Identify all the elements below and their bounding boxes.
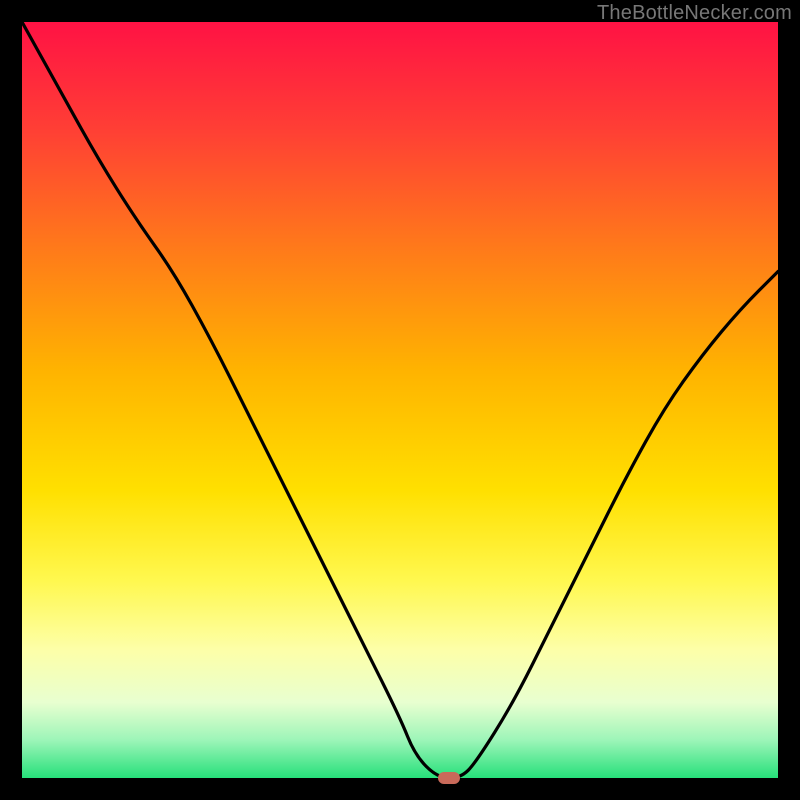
chart-stage: TheBottleNecker.com	[0, 0, 800, 800]
curve-path	[22, 22, 778, 778]
plot-area	[22, 22, 778, 778]
watermark-text: TheBottleNecker.com	[597, 2, 792, 25]
bottleneck-curve	[22, 22, 778, 778]
optimum-marker	[438, 772, 460, 784]
